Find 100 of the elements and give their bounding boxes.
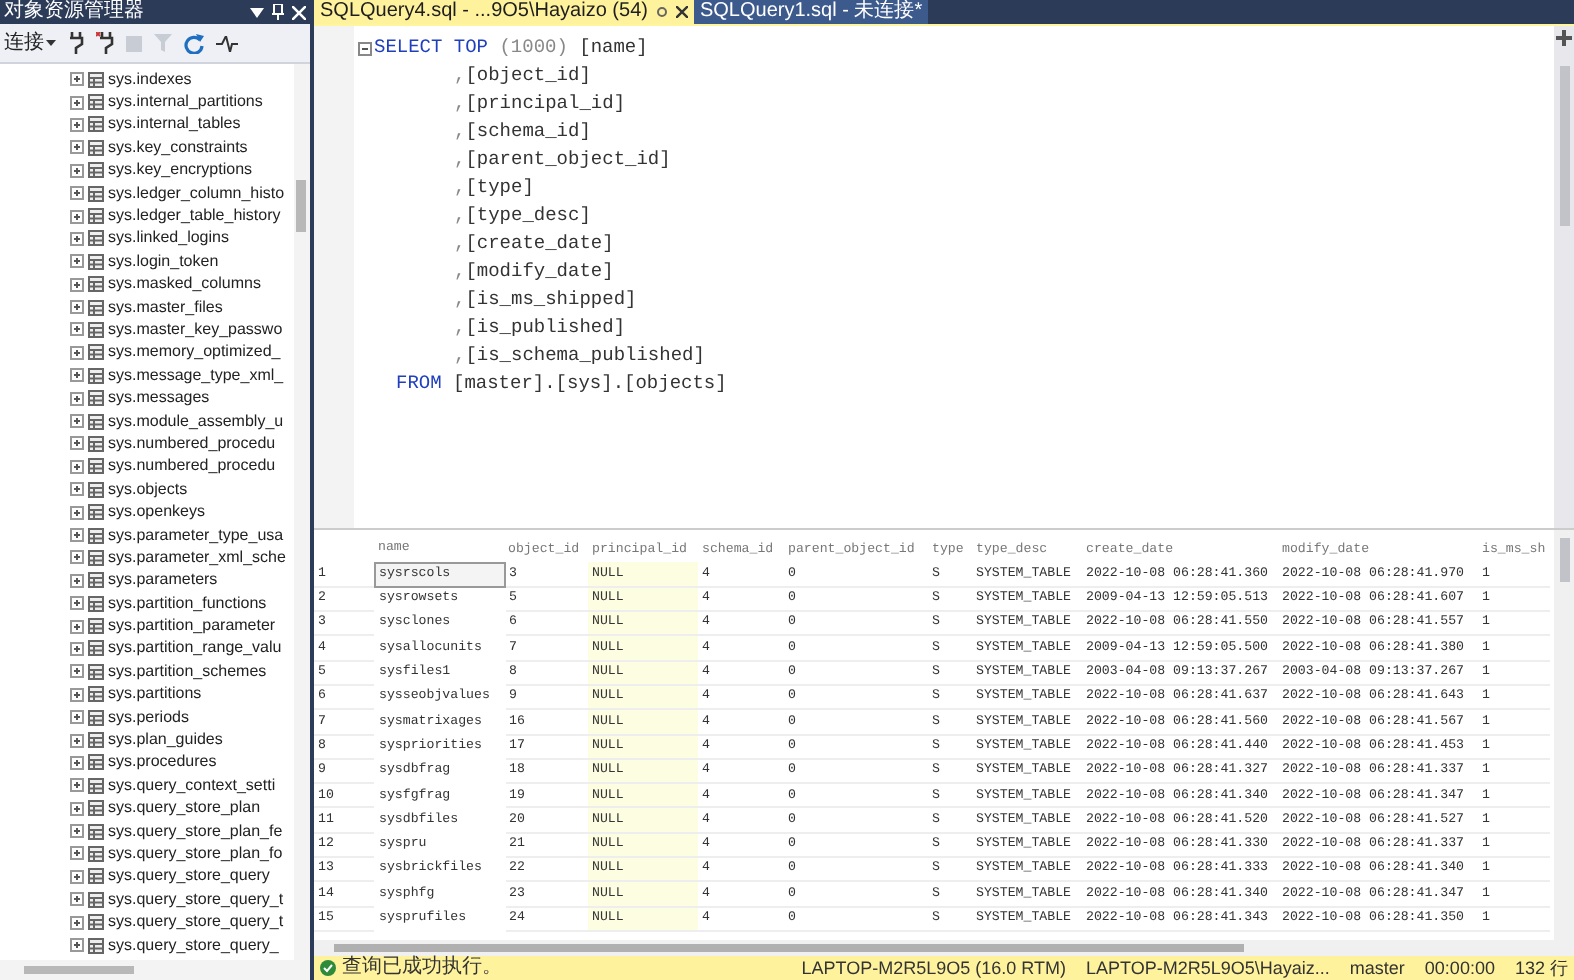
expand-icon[interactable] (70, 892, 84, 907)
tree-item[interactable]: sys.parameter_xml_sche (108, 549, 286, 566)
tree-item[interactable]: sys.key_encryptions (108, 162, 253, 179)
tree-item[interactable]: sys.parameter_type_usa (108, 527, 284, 543)
tree-item[interactable]: sys.query_store_query (108, 868, 270, 885)
tree-item[interactable]: sys.partition_schemes (108, 663, 267, 680)
expand-icon[interactable] (70, 231, 84, 246)
expand-icon[interactable] (70, 186, 84, 201)
editor-tab[interactable]: SQLQuery1.sql - 未连接* (693, 0, 929, 24)
tree-item[interactable]: sys.internal_tables (108, 116, 241, 133)
expand-icon[interactable] (70, 505, 84, 520)
dropdown-icon[interactable] (250, 7, 264, 17)
tree-item[interactable]: sys.openkeys (108, 504, 205, 521)
tree-item[interactable]: sys.partition_range_valu (108, 640, 282, 657)
tree-item[interactable]: sys.internal_partitions (108, 94, 263, 111)
expand-icon[interactable] (70, 664, 84, 679)
split-icon[interactable] (1556, 30, 1572, 46)
expand-icon[interactable] (70, 436, 84, 451)
expand-icon[interactable] (70, 733, 84, 748)
scrollbar[interactable] (1554, 26, 1574, 528)
tree-item[interactable]: sys.query_store_query_t (108, 891, 284, 908)
tree-item[interactable]: sys.objects (108, 481, 188, 498)
scrollbar-thumb[interactable] (24, 966, 134, 974)
scrollbar-thumb[interactable] (1559, 538, 1569, 582)
expand-icon[interactable] (70, 72, 84, 87)
tree-item[interactable]: sys.plan_guides (108, 732, 223, 749)
expand-icon[interactable] (70, 938, 84, 953)
tree-item[interactable]: sys.linked_logins (108, 230, 229, 247)
close-icon[interactable] (675, 6, 688, 18)
horizontal-scrollbar[interactable] (314, 940, 1574, 956)
tree-item[interactable]: sys.query_context_setti (108, 777, 276, 794)
expand-icon[interactable] (70, 482, 84, 497)
expand-icon[interactable] (70, 163, 84, 178)
tree-item[interactable]: sys.messages (108, 390, 210, 407)
connect-button[interactable]: 连接 (4, 33, 56, 53)
expand-icon[interactable] (70, 801, 84, 816)
tree-item[interactable]: sys.masked_columns (108, 276, 261, 293)
tree-item[interactable]: sys.indexes (108, 71, 192, 88)
tree-item[interactable]: sys.key_constraints (108, 139, 248, 156)
tree-item[interactable]: sys.message_type_xml_ (108, 367, 284, 384)
plug-icon[interactable] (96, 32, 114, 54)
tree-item[interactable]: sys.periods (108, 709, 189, 726)
editor-tab[interactable]: SQLQuery4.sql - ...9O5\Hayaizo (54) (314, 0, 694, 24)
expand-icon[interactable] (70, 254, 84, 269)
tree-item[interactable]: sys.partition_parameter (108, 618, 276, 635)
expand-icon[interactable] (70, 95, 84, 110)
expand-icon[interactable] (70, 641, 84, 656)
collapse-icon[interactable] (358, 41, 372, 55)
scrollbar-thumb[interactable] (334, 944, 1244, 952)
expand-icon[interactable] (70, 300, 84, 315)
expand-icon[interactable] (70, 391, 84, 406)
expand-icon[interactable] (70, 345, 84, 360)
expand-icon[interactable] (70, 687, 84, 702)
expand-icon[interactable] (70, 209, 84, 224)
tree-item[interactable]: sys.memory_optimized_ (108, 344, 281, 361)
scrollbar-thumb[interactable] (296, 180, 306, 232)
tree-item[interactable]: sys.master_files (108, 299, 223, 316)
expand-icon[interactable] (70, 573, 84, 588)
tree-item[interactable]: sys.query_store_plan_fo (108, 845, 283, 862)
expand-icon[interactable] (70, 277, 84, 292)
activity-icon[interactable] (216, 35, 238, 51)
expand-icon[interactable] (70, 459, 84, 474)
tree-item[interactable]: sys.query_store_plan (108, 800, 261, 817)
tree-item[interactable]: sys.procedures (108, 754, 217, 771)
tree-item[interactable]: sys.partition_functions (108, 595, 267, 612)
expand-icon[interactable] (70, 755, 84, 770)
expand-icon[interactable] (70, 117, 84, 132)
tree-item[interactable]: sys.query_store_query_t (108, 914, 284, 931)
expand-icon[interactable] (70, 528, 84, 542)
tree-item[interactable]: sys.ledger_column_histo (108, 185, 285, 202)
expand-icon[interactable] (70, 778, 84, 793)
refresh-icon[interactable] (184, 33, 204, 53)
tree-item[interactable]: sys.module_assembly_u (108, 413, 284, 430)
expand-icon[interactable] (70, 619, 84, 634)
horizontal-scrollbar[interactable] (0, 960, 310, 980)
scrollbar-thumb[interactable] (1559, 66, 1569, 226)
tree-item[interactable]: sys.ledger_table_history (108, 208, 281, 225)
expand-icon[interactable] (70, 140, 84, 155)
expand-icon[interactable] (70, 596, 84, 611)
tree-item[interactable]: sys.query_store_plan_fe (108, 823, 283, 840)
expand-icon[interactable] (70, 824, 84, 839)
pin-icon[interactable] (655, 6, 668, 18)
expand-icon[interactable] (70, 710, 84, 725)
expand-icon[interactable] (70, 915, 84, 930)
scrollbar[interactable] (294, 64, 310, 960)
scrollbar[interactable] (1554, 530, 1574, 940)
plug-icon[interactable] (68, 32, 84, 54)
tree-item[interactable]: sys.login_token (108, 253, 219, 270)
tree-item[interactable]: sys.numbered_procedu (108, 458, 276, 475)
tree-item[interactable]: sys.master_key_passwo (108, 321, 283, 338)
expand-icon[interactable] (70, 322, 84, 337)
expand-icon[interactable] (70, 368, 84, 383)
expand-icon[interactable] (70, 846, 84, 861)
tree-item[interactable]: sys.parameters (108, 572, 218, 589)
expand-icon[interactable] (70, 869, 84, 884)
tree-item[interactable]: sys.partitions (108, 686, 202, 703)
tree-item[interactable]: sys.numbered_procedu (108, 435, 276, 452)
tree-item[interactable]: sys.query_store_query_ (108, 937, 279, 954)
expand-icon[interactable] (70, 550, 84, 565)
expand-icon[interactable] (70, 414, 84, 429)
